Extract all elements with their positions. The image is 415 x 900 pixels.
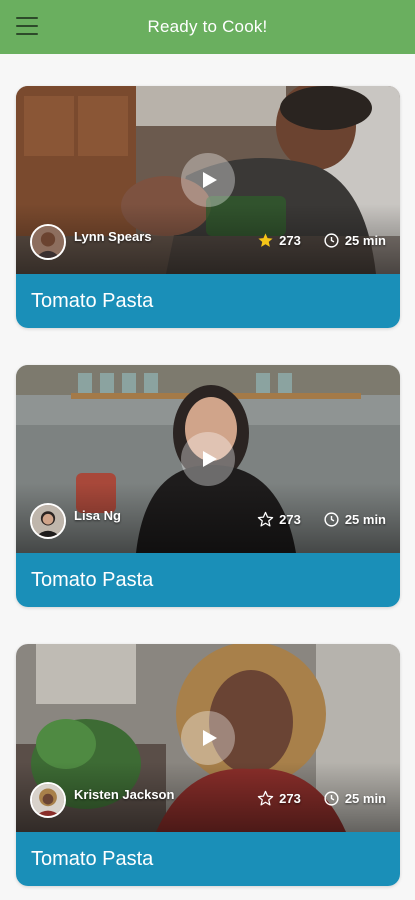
author-photo [32, 505, 64, 537]
rating[interactable]: 273 [257, 790, 301, 807]
rating-count: 273 [279, 512, 301, 527]
recipe-stats: 273 25 min [257, 790, 386, 807]
recipe-stats: 273 25 min [257, 232, 386, 249]
play-button[interactable] [181, 153, 235, 207]
rating-count: 273 [279, 791, 301, 806]
video-thumbnail[interactable]: Kristen Jackson 273 25 min [16, 644, 400, 832]
recipe-stats: 273 25 min [257, 511, 386, 528]
recipe-title-bar[interactable]: Tomato Pasta [16, 274, 400, 328]
rating-count: 273 [279, 233, 301, 248]
recipe-card[interactable]: Kristen Jackson 273 25 min Tomato Pasta [16, 644, 400, 886]
hamburger-menu-icon[interactable] [16, 17, 38, 35]
duration: 25 min [323, 232, 386, 249]
video-thumbnail[interactable]: Lynn Spears 273 25 min [16, 86, 400, 274]
recipe-title: Tomato Pasta [31, 847, 154, 870]
avatar[interactable] [30, 224, 66, 260]
rating[interactable]: 273 [257, 511, 301, 528]
clock-icon [324, 791, 339, 806]
duration-text: 25 min [344, 233, 386, 248]
page-title: Ready to Cook! [147, 17, 268, 36]
play-button[interactable] [181, 711, 235, 765]
star-outline-icon [257, 790, 274, 806]
author-name[interactable]: Lisa Ng [74, 508, 121, 523]
clock-icon [324, 233, 339, 248]
recipe-card[interactable]: Lisa Ng 273 25 min Tomato Pasta [16, 365, 400, 607]
star-outline-icon [257, 511, 274, 527]
duration-text: 25 min [344, 512, 386, 527]
play-icon [203, 172, 217, 188]
clock-icon [324, 512, 339, 527]
play-icon [203, 730, 217, 746]
author-name[interactable]: Kristen Jackson [74, 787, 174, 802]
recipe-title-bar[interactable]: Tomato Pasta [16, 553, 400, 607]
star-filled-icon [258, 233, 273, 247]
duration: 25 min [323, 790, 386, 807]
app-bar: Ready to Cook! [0, 0, 415, 54]
avatar[interactable] [30, 782, 66, 818]
play-button[interactable] [181, 432, 235, 486]
author-photo [32, 226, 64, 258]
recipe-title-bar[interactable]: Tomato Pasta [16, 832, 400, 886]
author-photo [32, 784, 64, 816]
rating[interactable]: 273 [257, 232, 301, 249]
recipe-title: Tomato Pasta [31, 568, 154, 591]
recipe-title: Tomato Pasta [31, 289, 154, 312]
duration-text: 25 min [344, 791, 386, 806]
duration: 25 min [323, 511, 386, 528]
author-name[interactable]: Lynn Spears [74, 229, 152, 244]
video-thumbnail[interactable]: Lisa Ng 273 25 min [16, 365, 400, 553]
recipe-card[interactable]: Lynn Spears 273 25 min Tomato Pasta [16, 86, 400, 328]
play-icon [203, 451, 217, 467]
avatar[interactable] [30, 503, 66, 539]
